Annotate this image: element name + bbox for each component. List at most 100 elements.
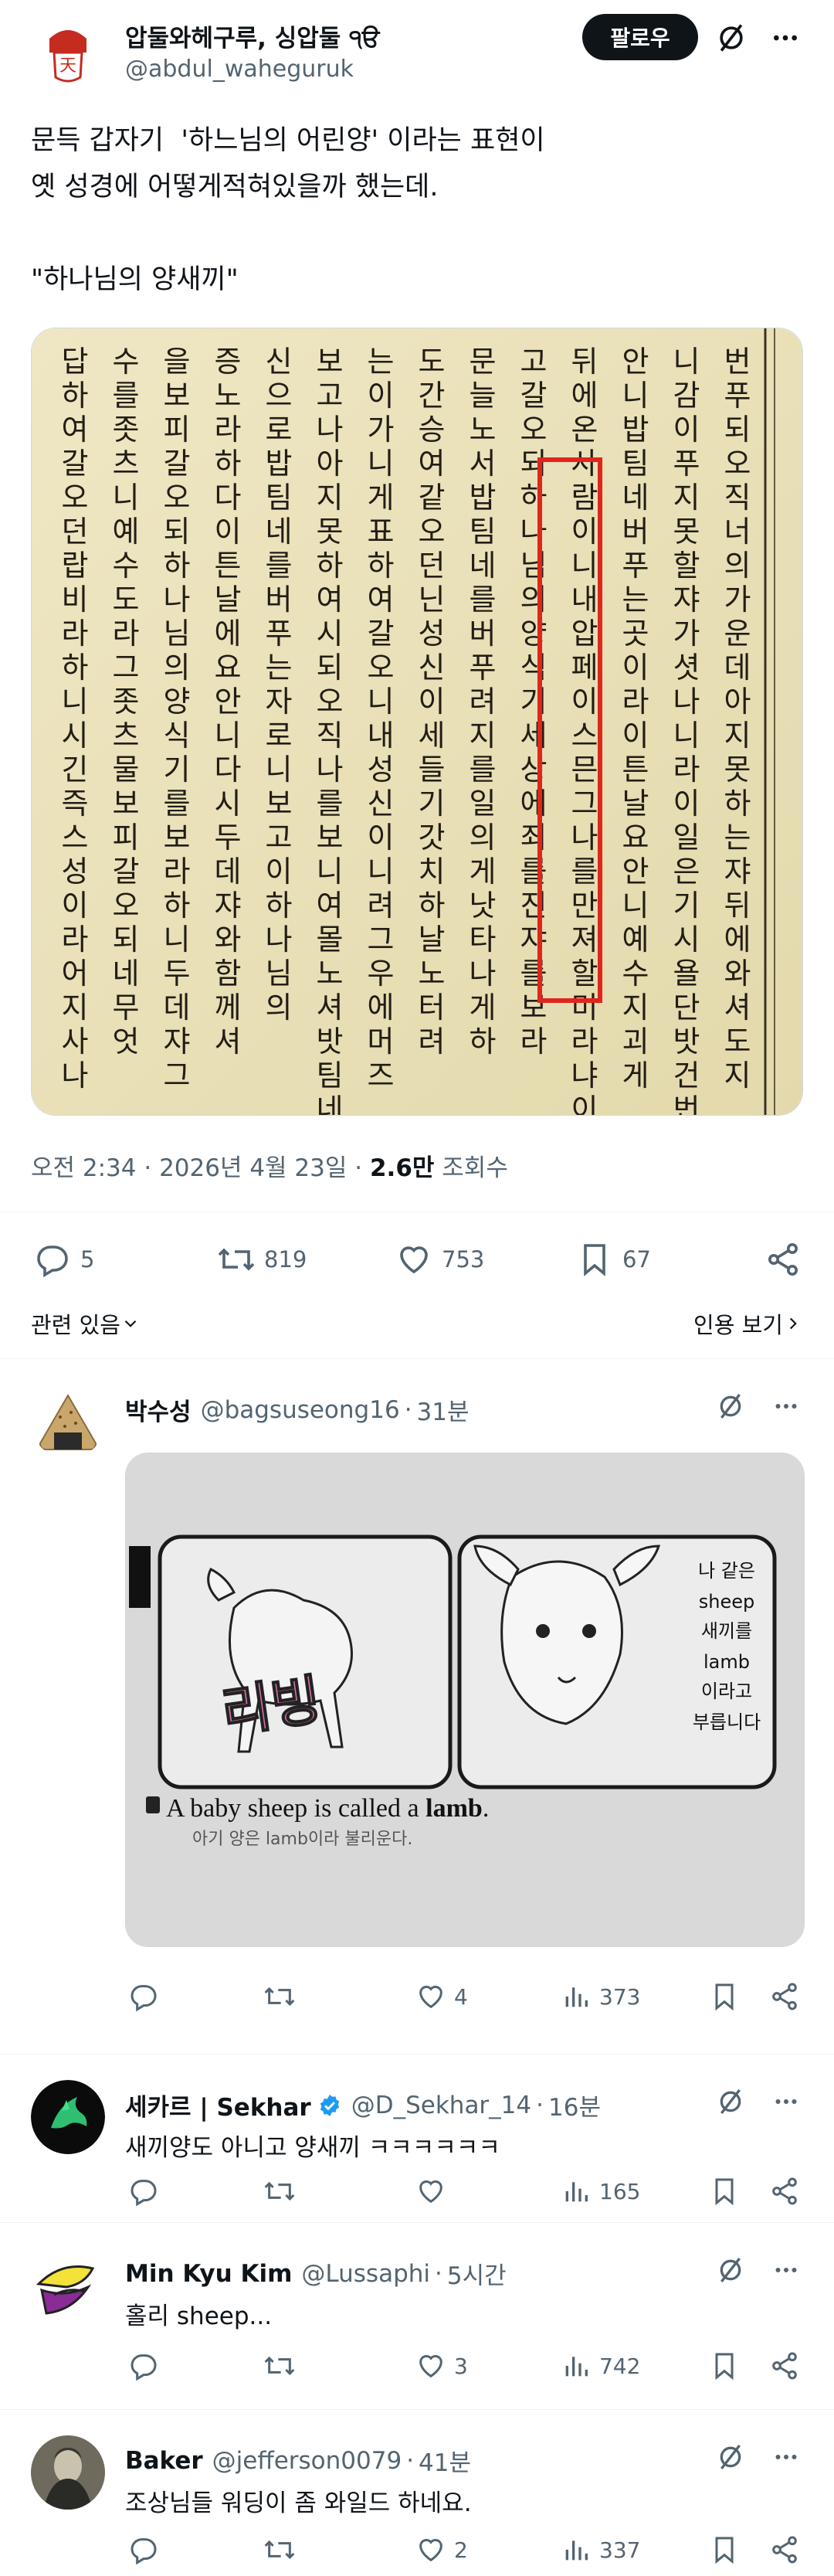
reply-avatar[interactable] (31, 2435, 105, 2510)
share-button[interactable] (766, 2344, 803, 2387)
like-count: 4 (454, 1983, 468, 2010)
views-count: 2.6만 (369, 1154, 435, 1182)
scan-column: 을보피갈오되하나님의양식기를보라하니두데쟈그 (164, 345, 191, 1093)
reply-button[interactable] (125, 2344, 162, 2387)
reply-item[interactable]: Min Kyu Kim @Lussaphi · 5시간 홀리 sheep... … (0, 2224, 834, 2411)
views-button[interactable]: 337 (558, 2528, 640, 2571)
bookmark-count: 67 (622, 1246, 651, 1273)
grok-icon[interactable] (712, 19, 751, 57)
views-button[interactable]: 373 (558, 1975, 640, 2018)
reply-time[interactable]: 41분 (419, 2443, 471, 2478)
more-options-icon[interactable] (768, 2251, 805, 2289)
scan-column: 고갈오되하나님의양식기세상에죄를진쟈를보라 (520, 345, 548, 1059)
like-button[interactable] (412, 2170, 449, 2213)
author-name[interactable]: 압둘와헤구루, 싱압둘 ੧ੳ (125, 19, 379, 53)
views-count: 337 (599, 2537, 641, 2563)
panel-line: lamb (703, 1651, 750, 1673)
like-button[interactable]: 3 (412, 2344, 468, 2387)
bookmark-icon (706, 2347, 743, 2384)
views-button[interactable]: 165 (558, 2170, 640, 2213)
like-button[interactable]: 4 (412, 1975, 468, 2018)
related-toggle[interactable]: 관련 있음 (31, 1307, 141, 1340)
views-button[interactable]: 742 (558, 2344, 640, 2387)
view-quotes-link[interactable]: 인용 보기 (693, 1307, 803, 1340)
reply-time[interactable]: 5시간 (447, 2256, 507, 2291)
main-post: 天 압둘와헤구루, 싱압둘 ੧ੳ @abdul_waheguruk 팔로우 문득… (0, 0, 834, 1360)
bookmark-button[interactable] (706, 2528, 743, 2571)
divider (0, 2222, 834, 2223)
share-icon (761, 1238, 805, 1281)
views-count: 742 (599, 2353, 641, 2379)
repost-button[interactable]: 819 (215, 1236, 307, 1283)
repost-icon (261, 2173, 298, 2210)
bookmark-icon (573, 1238, 616, 1281)
bookmark-button[interactable] (706, 2344, 743, 2387)
caption-ko: 아기 양은 lamb이라 불리운다. (192, 1830, 412, 1849)
author-avatar[interactable]: 天 (31, 15, 105, 90)
like-button[interactable]: 2 (412, 2528, 468, 2571)
reply-author-name[interactable]: Min Kyu Kim (125, 2260, 292, 2288)
follow-button[interactable]: 팔로우 (582, 14, 698, 60)
reply-author-name[interactable]: 세카르 | Sekhar (125, 2088, 311, 2122)
grok-icon[interactable] (712, 1388, 749, 1425)
reply-author-handle[interactable]: @bagsuseong16 (201, 1396, 400, 1424)
repost-button[interactable] (261, 1975, 298, 2018)
reply-icon (125, 2531, 162, 2568)
grok-icon[interactable] (712, 2251, 749, 2289)
more-options-icon[interactable] (768, 1388, 805, 1425)
bookmark-button[interactable] (706, 2170, 743, 2213)
separator-dot: · (536, 2091, 544, 2119)
analytics-icon (558, 2173, 595, 2210)
reply-item[interactable]: 박수성 @bagsuseong16 · 31분 리빙 나 같은 sheep 새끼… (0, 1360, 834, 2055)
reply-avatar[interactable] (31, 2248, 105, 2323)
separator-dot: · (406, 2446, 415, 2475)
reply-item[interactable]: Baker @jefferson0079 · 41분 조상님들 워딩이 좀 와일… (0, 2411, 834, 2576)
share-button[interactable] (766, 1975, 803, 2018)
reply-actions: 2 337 (125, 2528, 805, 2571)
reply-button[interactable]: 5 (31, 1236, 94, 1283)
analytics-icon (558, 2531, 595, 2568)
reply-author-handle[interactable]: @Lussaphi (301, 2260, 430, 2288)
reply-image[interactable]: 리빙 나 같은 sheep 새끼를 lamb 이라고 부릅니다 A baby s… (125, 1453, 805, 1947)
more-options-icon[interactable] (768, 2438, 805, 2476)
share-button[interactable] (766, 2528, 803, 2571)
reply-author-name[interactable]: 박수성 (125, 1392, 192, 1427)
reply-avatar[interactable] (31, 2080, 105, 2154)
bookmark-button[interactable] (706, 1975, 743, 2018)
reply-time[interactable]: 16분 (548, 2088, 601, 2122)
repost-button[interactable] (261, 2170, 298, 2213)
panel-line: 이라고 (701, 1681, 752, 1702)
reply-author-name[interactable]: Baker (125, 2447, 203, 2475)
share-button[interactable] (761, 1236, 805, 1283)
grok-icon[interactable] (712, 2083, 749, 2120)
reply-avatar[interactable] (31, 1385, 105, 1459)
caption-en-end: . (483, 1794, 490, 1823)
share-icon (766, 1978, 803, 2015)
more-options-icon[interactable] (766, 19, 805, 57)
reply-icon (125, 2347, 162, 2384)
post-image[interactable]: 번푸되오직너의가운데아지못하는쟈뒤에와셔도지 니감이푸지못할쟈가셧나니라이일은기시… (31, 328, 803, 1116)
repost-count: 819 (264, 1246, 307, 1273)
reply-button[interactable] (125, 2170, 162, 2213)
reply-author-handle[interactable]: @jefferson0079 (212, 2447, 402, 2475)
bookmark-button[interactable]: 67 (573, 1236, 651, 1283)
more-options-icon[interactable] (768, 2083, 805, 2120)
like-button[interactable]: 753 (392, 1236, 484, 1283)
reply-actions: 165 (125, 2170, 805, 2213)
analytics-icon (558, 2347, 595, 2384)
share-button[interactable] (766, 2170, 803, 2213)
reply-button[interactable] (125, 1975, 162, 2018)
reply-button[interactable] (125, 2528, 162, 2571)
scan-column: 보고나아지못하여시되오직나를보니여몰노셔밧팀네 (317, 345, 344, 1116)
repost-button[interactable] (261, 2344, 298, 2387)
author-handle[interactable]: @abdul_waheguruk (125, 56, 354, 83)
views-count: 165 (599, 2178, 641, 2204)
reply-text: 새끼양도 아니고 양새끼 ㅋㅋㅋㅋㅋㅋ (125, 2134, 500, 2162)
reply-time[interactable]: 31분 (417, 1392, 470, 1427)
post-timestamp[interactable]: 오전 2:34 · 2026년 4월 23일 (31, 1154, 347, 1182)
repost-button[interactable] (261, 2528, 298, 2571)
grok-icon[interactable] (712, 2438, 749, 2476)
reply-item[interactable]: 세카르 | Sekhar @D_Sekhar_14 · 16분 새끼양도 아니고… (0, 2055, 834, 2224)
reply-author-handle[interactable]: @D_Sekhar_14 (351, 2092, 531, 2119)
share-icon (766, 2173, 803, 2210)
